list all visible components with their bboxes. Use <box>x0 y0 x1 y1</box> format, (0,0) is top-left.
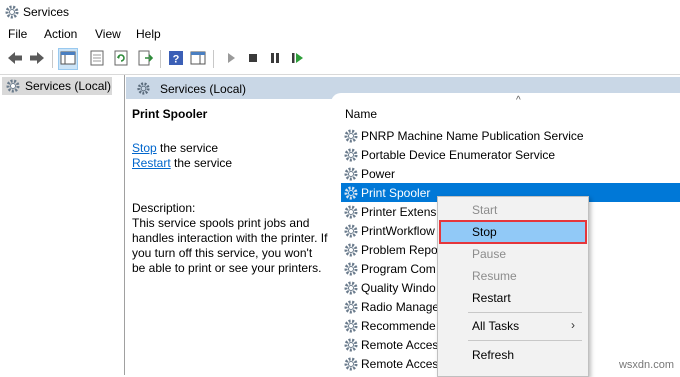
tree-item-label: Services (Local) <box>25 79 112 93</box>
service-name: Problem Repo <box>361 243 438 257</box>
context-menu-start[interactable]: Start <box>441 200 585 220</box>
gear-icon <box>343 128 359 144</box>
service-name: Quality Windo <box>361 281 436 295</box>
context-menu-stop-label: Stop <box>472 225 497 239</box>
context-menu: Start Stop Pause Resume Restart All Task… <box>437 196 589 377</box>
context-menu-refresh-label: Refresh <box>472 348 515 362</box>
service-name: Remote Acces <box>361 338 439 352</box>
context-menu-separator <box>468 312 582 313</box>
pane-header-title: Services (Local) <box>160 82 247 96</box>
stop-service-link[interactable]: Stop <box>132 141 157 155</box>
gear-icon <box>343 185 359 201</box>
context-menu-stop[interactable]: Stop <box>439 220 587 244</box>
service-name: Portable Device Enumerator Service <box>361 148 556 162</box>
gear-icon <box>343 166 359 182</box>
refresh-icon[interactable] <box>112 49 130 67</box>
list-item[interactable]: Power <box>341 164 680 183</box>
console-tree: Services (Local) <box>0 75 125 375</box>
service-name: Program Com <box>361 262 436 276</box>
context-menu-pause-label: Pause <box>472 247 507 261</box>
menu-bar: File Action View Help <box>0 24 680 44</box>
context-menu-start-label: Start <box>472 203 498 217</box>
service-name: PNRP Machine Name Publication Service <box>361 129 584 143</box>
context-menu-refresh[interactable]: Refresh <box>441 345 585 365</box>
toolbar-separator <box>160 50 161 68</box>
list-item[interactable]: Portable Device Enumerator Service <box>341 145 680 164</box>
menu-action[interactable]: Action <box>44 27 77 41</box>
toolbar-separator <box>52 50 53 68</box>
context-menu-pause[interactable]: Pause <box>441 244 585 264</box>
service-actions: Stop the service Restart the service <box>132 141 328 171</box>
submenu-chevron-icon: › <box>571 318 575 332</box>
stop-service-icon[interactable] <box>244 49 262 67</box>
back-arrow-icon[interactable] <box>6 49 24 67</box>
service-name: Power <box>361 167 396 181</box>
window-title: Services <box>23 5 70 19</box>
service-name: Printer Extensi <box>361 205 440 219</box>
show-action-pane-icon[interactable] <box>189 49 207 67</box>
restart-service-icon[interactable] <box>288 49 306 67</box>
svg-text:?: ? <box>173 54 180 66</box>
service-name: Remote Acces <box>361 357 439 371</box>
list-item[interactable]: PNRP Machine Name Publication Service <box>341 126 680 145</box>
menu-file[interactable]: File <box>8 27 27 41</box>
context-menu-resume-label: Resume <box>472 269 517 283</box>
pause-service-icon[interactable] <box>266 49 284 67</box>
description-text: This service spools print jobs and handl… <box>132 216 328 275</box>
service-name: Radio Manage <box>361 300 440 314</box>
tree-item-services-local[interactable]: Services (Local) <box>2 77 112 95</box>
gear-icon <box>343 318 359 334</box>
services-gear-icon <box>4 4 20 20</box>
restart-suffix-text: the service <box>170 156 233 170</box>
service-name: PrintWorkflow <box>361 224 435 238</box>
menu-help[interactable]: Help <box>136 27 161 41</box>
gear-icon <box>136 81 151 96</box>
forward-arrow-icon[interactable] <box>28 49 46 67</box>
toolbar: ? <box>0 44 680 75</box>
export-list-icon[interactable] <box>136 49 154 67</box>
title-bar: Services <box>0 0 680 24</box>
gear-icon <box>5 78 21 94</box>
context-menu-separator <box>468 340 582 341</box>
toolbar-separator <box>213 50 214 68</box>
service-name: Recommende <box>361 319 436 333</box>
column-header-name[interactable]: Name <box>345 107 377 121</box>
start-service-icon[interactable] <box>222 49 240 67</box>
gear-icon <box>343 147 359 163</box>
gear-icon <box>343 204 359 220</box>
gear-icon <box>343 223 359 239</box>
show-console-tree-icon[interactable] <box>58 48 78 70</box>
context-menu-resume[interactable]: Resume <box>441 266 585 286</box>
selected-service-name: Print Spooler <box>132 107 208 121</box>
stop-suffix-text: the service <box>156 141 219 155</box>
context-menu-restart-label: Restart <box>472 291 511 305</box>
gear-icon <box>343 242 359 258</box>
gear-icon <box>343 299 359 315</box>
watermark: wsxdn.com <box>618 359 674 371</box>
context-menu-restart[interactable]: Restart <box>441 288 585 308</box>
gear-icon <box>343 280 359 296</box>
gear-icon <box>343 337 359 353</box>
context-menu-all-tasks[interactable]: All Tasks › <box>441 316 585 336</box>
help-icon[interactable]: ? <box>167 49 185 67</box>
properties-sheet-icon[interactable] <box>88 49 106 67</box>
service-description-panel: Print Spooler Stop the service Restart t… <box>132 107 328 275</box>
gear-icon <box>343 356 359 372</box>
restart-service-link[interactable]: Restart <box>132 156 171 170</box>
service-name: Print Spooler <box>361 186 431 200</box>
menu-view[interactable]: View <box>95 27 121 41</box>
sort-ascending-icon: ^ <box>516 95 521 106</box>
services-pane: Services (Local) Print Spooler Stop the … <box>126 75 680 375</box>
description-label: Description: <box>132 201 196 215</box>
gear-icon <box>343 261 359 277</box>
context-menu-all-tasks-label: All Tasks <box>472 319 520 333</box>
